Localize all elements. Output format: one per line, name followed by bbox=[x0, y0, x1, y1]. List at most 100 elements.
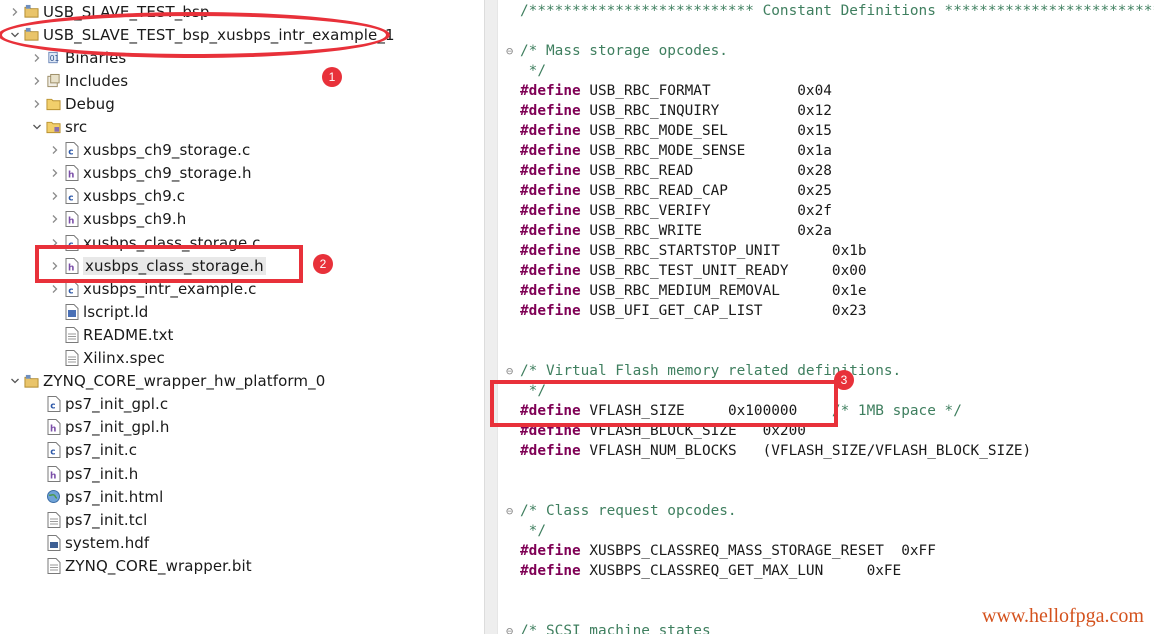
comment-token: /************************** Constant Def… bbox=[520, 3, 1154, 19]
tree-item[interactable]: lscript.ld bbox=[48, 300, 148, 323]
tree-item[interactable]: c xusbps_ch9_storage.c bbox=[48, 139, 250, 162]
code-line: */ bbox=[520, 61, 546, 81]
fold-toggle-icon[interactable]: ⊖ bbox=[506, 361, 518, 381]
linker-script-icon bbox=[64, 303, 79, 320]
code-line: #define USB_RBC_READ 0x28 bbox=[520, 161, 832, 181]
chevron-right-icon[interactable] bbox=[48, 189, 62, 203]
tree-item[interactable]: Xilinx.spec bbox=[48, 347, 165, 370]
tree-item[interactable]: c ps7_init_gpl.c bbox=[30, 393, 168, 416]
tree-item[interactable]: h xusbps_ch9.h bbox=[48, 208, 186, 231]
tree-item[interactable]: h xusbps_ch9_storage.h bbox=[48, 162, 252, 185]
tree-item[interactable]: system.hdf bbox=[30, 531, 149, 554]
chevron-right-icon[interactable] bbox=[48, 212, 62, 226]
chevron-right-icon[interactable] bbox=[48, 282, 62, 296]
tree-item-label: xusbps_ch9.c bbox=[83, 187, 186, 206]
tree-item-label: ps7_init.c bbox=[65, 441, 138, 460]
tree-item-label: ps7_init.tcl bbox=[65, 510, 148, 529]
code-line: #define XUSBPS_CLASSREQ_GET_MAX_LUN 0xFE bbox=[520, 561, 901, 581]
chevron-right-icon bbox=[48, 305, 62, 319]
tree-item-label: README.txt bbox=[83, 325, 174, 344]
code-line: #define USB_RBC_STARTSTOP_UNIT 0x1b bbox=[520, 241, 867, 261]
svg-text:c: c bbox=[50, 448, 55, 458]
code-line: /************************** Constant Def… bbox=[520, 1, 1154, 21]
includes-icon bbox=[46, 73, 61, 89]
annotation-badge-2: 2 bbox=[313, 254, 333, 274]
code-token: USB_RBC_STARTSTOP_UNIT 0x1b bbox=[580, 243, 867, 259]
tree-item-label: ps7_init_gpl.c bbox=[65, 395, 169, 414]
text-file-icon bbox=[46, 511, 61, 528]
code-line: #define USB_UFI_GET_CAP_LIST 0x23 bbox=[520, 301, 867, 321]
tree-item[interactable]: ZYNQ_CORE_wrapper_hw_platform_0 bbox=[8, 370, 325, 393]
chevron-right-icon bbox=[30, 559, 44, 573]
keyword-token: #define bbox=[520, 183, 581, 199]
svg-text:h: h bbox=[50, 425, 56, 435]
c-file-icon: c bbox=[64, 280, 79, 297]
fold-toggle-icon[interactable]: ⊖ bbox=[506, 501, 518, 521]
tree-item[interactable]: c xusbps_ch9.c bbox=[48, 185, 185, 208]
chevron-right-icon[interactable] bbox=[30, 74, 44, 88]
keyword-token: #define bbox=[520, 103, 581, 119]
keyword-token: #define bbox=[520, 163, 581, 179]
tree-item-label: xusbps_ch9_storage.h bbox=[83, 164, 252, 183]
chevron-right-icon[interactable] bbox=[30, 97, 44, 111]
tree-item[interactable]: ps7_init.tcl bbox=[30, 508, 147, 531]
tree-item[interactable]: Includes bbox=[30, 69, 128, 92]
binaries-icon: 01 bbox=[46, 50, 61, 66]
chevron-right-icon[interactable] bbox=[30, 51, 44, 65]
chevron-right-icon[interactable] bbox=[48, 166, 62, 180]
comment-token: /* Class request opcodes. bbox=[520, 503, 737, 519]
folder-icon bbox=[46, 96, 61, 112]
svg-text:c: c bbox=[50, 402, 55, 412]
chevron-right-icon[interactable] bbox=[8, 5, 22, 19]
tree-item-label: ps7_init.h bbox=[65, 464, 139, 483]
chevron-down-icon[interactable] bbox=[8, 374, 22, 388]
code-line: #define XUSBPS_CLASSREQ_MASS_STORAGE_RES… bbox=[520, 541, 936, 561]
tree-item[interactable]: ZYNQ_CORE_wrapper.bit bbox=[30, 554, 252, 577]
tree-item-label: xusbps_ch9_storage.c bbox=[83, 141, 251, 160]
tree-item-label: ps7_init.html bbox=[65, 487, 164, 506]
chevron-right-icon bbox=[48, 328, 62, 342]
keyword-token: #define bbox=[520, 203, 581, 219]
tree-item-label: Debug bbox=[65, 94, 115, 113]
chevron-right-icon bbox=[30, 513, 44, 527]
tree-item[interactable]: c ps7_init.c bbox=[30, 439, 137, 462]
code-token: VFLASH_NUM_BLOCKS (VFLASH_SIZE/VFLASH_BL… bbox=[580, 443, 1032, 459]
keyword-token: #define bbox=[520, 83, 581, 99]
tree-item[interactable]: h ps7_init.h bbox=[30, 462, 138, 485]
code-token: XUSBPS_CLASSREQ_GET_MAX_LUN 0xFE bbox=[580, 563, 902, 579]
tree-item-label: Includes bbox=[65, 71, 129, 90]
chevron-right-icon[interactable] bbox=[48, 143, 62, 157]
code-line: /* Mass storage opcodes. bbox=[520, 41, 728, 61]
chevron-right-icon bbox=[30, 536, 44, 550]
svg-text:c: c bbox=[68, 148, 73, 158]
panel-divider[interactable] bbox=[484, 0, 498, 634]
tree-item-label: src bbox=[65, 118, 88, 136]
tree-item[interactable]: Debug bbox=[30, 92, 115, 115]
comment-token: /* 1MB space */ bbox=[831, 403, 962, 419]
chevron-right-icon bbox=[30, 420, 44, 434]
tree-item[interactable]: src bbox=[30, 116, 87, 139]
code-line: #define USB_RBC_MEDIUM_REMOVAL 0x1e bbox=[520, 281, 867, 301]
watermark: www.hellofpga.com bbox=[982, 605, 1144, 627]
tree-item[interactable]: ps7_init.html bbox=[30, 485, 163, 508]
code-line: #define USB_RBC_TEST_UNIT_READY 0x00 bbox=[520, 261, 867, 281]
project-folder-icon bbox=[24, 4, 39, 20]
annotation-badge-1: 1 bbox=[322, 67, 342, 87]
code-token: USB_RBC_TEST_UNIT_READY 0x00 bbox=[580, 263, 867, 279]
code-editor[interactable]: /************************** Constant Def… bbox=[498, 0, 1154, 634]
fold-toggle-icon[interactable]: ⊖ bbox=[506, 621, 518, 634]
chevron-down-icon[interactable] bbox=[30, 120, 44, 134]
project-explorer-tree: USB_SLAVE_TEST_bsp USB_SLAVE_TEST_bsp_xus… bbox=[0, 0, 484, 634]
chevron-right-icon bbox=[30, 443, 44, 457]
fold-toggle-icon[interactable]: ⊖ bbox=[506, 41, 518, 61]
tree-item[interactable]: h ps7_init_gpl.h bbox=[30, 416, 170, 439]
text-file-icon bbox=[46, 557, 61, 574]
hdf-file-icon bbox=[46, 534, 61, 551]
code-token: USB_RBC_INQUIRY 0x12 bbox=[580, 103, 832, 119]
code-line: /* Class request opcodes. bbox=[520, 501, 737, 521]
tree-item[interactable]: README.txt bbox=[48, 323, 174, 346]
keyword-token: #define bbox=[520, 543, 581, 559]
chevron-right-icon bbox=[48, 351, 62, 365]
code-line: #define USB_RBC_MODE_SENSE 0x1a bbox=[520, 141, 832, 161]
keyword-token: #define bbox=[520, 563, 581, 579]
